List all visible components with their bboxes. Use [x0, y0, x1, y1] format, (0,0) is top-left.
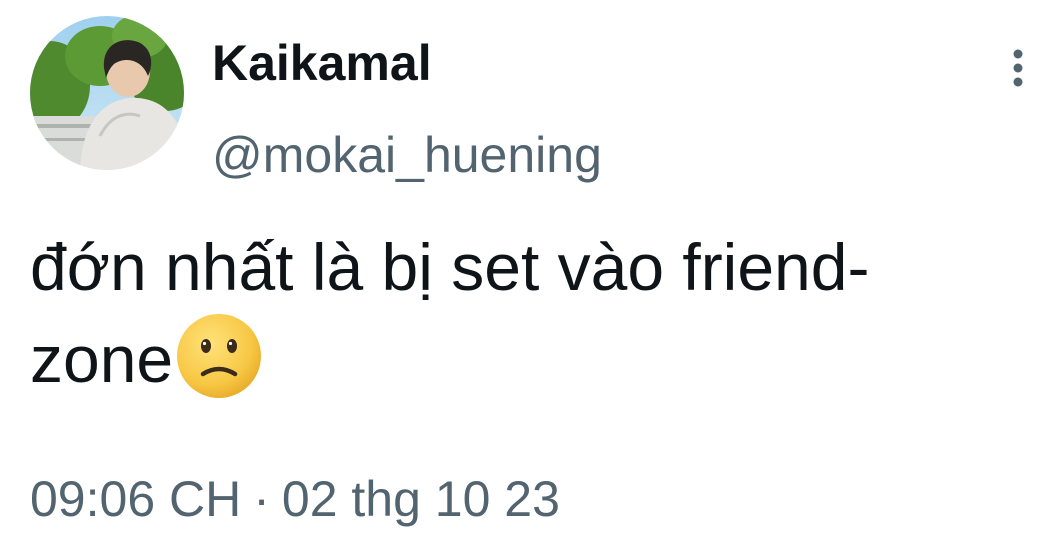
tweet-text-line-2: zone: [30, 312, 1040, 404]
more-options-button[interactable]: [998, 42, 1038, 94]
tweet-time: 09:06 CH: [30, 471, 242, 527]
tweet-card: Kaikamal @mokai_huening đớn nhất là bị s…: [0, 0, 1061, 553]
tweet-timestamp[interactable]: 09:06 CH · 02 thg 10 23: [30, 466, 560, 532]
meta-separator: ·: [253, 471, 270, 527]
avatar[interactable]: [30, 16, 184, 170]
user-handle[interactable]: @mokai_huening: [212, 122, 602, 188]
avatar-image: [30, 16, 184, 170]
tweet-text: đớn nhất là bị set vào friend- zone: [30, 222, 1040, 404]
display-name[interactable]: Kaikamal: [212, 30, 432, 96]
tweet-text-line-2-text: zone: [30, 322, 174, 396]
more-vertical-icon: [1013, 49, 1023, 87]
tweet-text-line-1: đớn nhất là bị set vào friend-: [30, 230, 870, 304]
slightly-frowning-face-icon: [175, 312, 263, 400]
tweet-date: 02 thg 10 23: [281, 471, 560, 527]
